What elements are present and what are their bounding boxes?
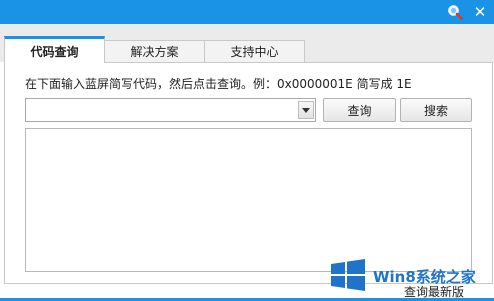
query-button[interactable]: 查询 xyxy=(323,98,396,122)
tab-code-query[interactable]: 代码查询 xyxy=(4,36,105,63)
title-bar: ✕ xyxy=(0,0,494,24)
code-input[interactable] xyxy=(26,99,296,121)
code-combobox[interactable] xyxy=(25,98,316,122)
windows-logo-icon xyxy=(329,258,367,295)
tab-solutions[interactable]: 解决方案 xyxy=(104,40,205,62)
instruction-text: 在下面输入蓝屏简写代码，然后点击查询。例：0x0000001E 简写成 1E xyxy=(25,77,412,91)
tab-label: 代码查询 xyxy=(30,44,79,59)
dropdown-arrow-icon[interactable] xyxy=(298,101,314,119)
tab-label: 支持中心 xyxy=(230,45,279,59)
watermark-text: Win8系统之家 xyxy=(373,267,476,286)
tab-label: 解决方案 xyxy=(130,45,179,59)
close-icon[interactable]: ✕ xyxy=(471,3,489,21)
magnifier-icon[interactable] xyxy=(446,3,464,21)
watermark: Win8系统之家 xyxy=(329,257,476,295)
search-button[interactable]: 搜索 xyxy=(400,98,472,122)
tab-support-center[interactable]: 支持中心 xyxy=(204,40,305,62)
result-textarea[interactable] xyxy=(25,128,472,272)
